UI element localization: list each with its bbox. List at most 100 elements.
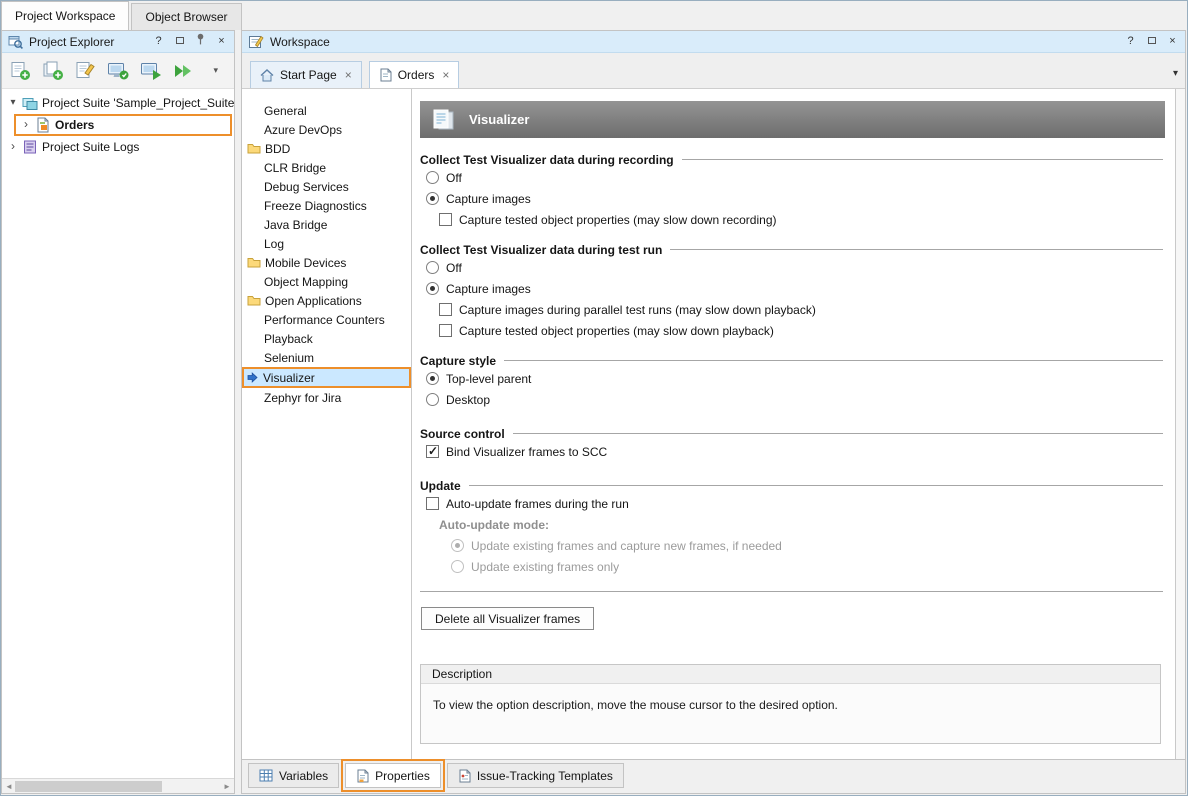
checkbox-icon[interactable] bbox=[439, 324, 452, 337]
radio-top-level-parent[interactable]: Top-level parent bbox=[426, 368, 1165, 389]
project-explorer-panel: Project Explorer ? × bbox=[1, 30, 235, 794]
nav-item-label: Zephyr for Jira bbox=[264, 391, 341, 405]
tree-item-orders[interactable]: Orders bbox=[14, 114, 232, 136]
close-button[interactable]: × bbox=[214, 34, 229, 49]
checkbox-checked-icon[interactable] bbox=[426, 445, 439, 458]
checkbox-icon[interactable] bbox=[426, 497, 439, 510]
nav-item-label: Selenium bbox=[264, 351, 314, 365]
doc-tab-start-page[interactable]: Start Page × bbox=[250, 61, 362, 88]
options-nav-item-clr-bridge[interactable]: CLR Bridge bbox=[242, 158, 411, 177]
record-test-button[interactable] bbox=[107, 58, 130, 84]
radio-testrun-off[interactable]: Off bbox=[426, 257, 1165, 278]
section-title-recording: Collect Test Visualizer data during reco… bbox=[420, 152, 1165, 167]
checkbox-testrun-capture-properties[interactable]: Capture tested object properties (may sl… bbox=[439, 320, 1165, 341]
radio-recording-off[interactable]: Off bbox=[426, 167, 1165, 188]
radio-icon[interactable] bbox=[426, 171, 439, 184]
close-tab-icon[interactable]: × bbox=[442, 68, 449, 82]
options-nav-item-general[interactable]: General bbox=[242, 101, 411, 120]
close-tab-icon[interactable]: × bbox=[345, 68, 352, 82]
options-nav-item-mobile-devices[interactable]: Mobile Devices bbox=[242, 253, 411, 272]
orders-project-icon bbox=[35, 117, 51, 133]
toolbar-dropdown-button[interactable] bbox=[204, 58, 227, 84]
radio-label: Top-level parent bbox=[446, 372, 531, 386]
radio-icon[interactable] bbox=[426, 393, 439, 406]
delete-visualizer-frames-button[interactable]: Delete all Visualizer frames bbox=[421, 607, 594, 630]
options-nav-item-zephyr-for-jira[interactable]: Zephyr for Jira bbox=[242, 388, 411, 407]
tab-properties[interactable]: Properties bbox=[345, 763, 441, 788]
options-nav-item-debug-services[interactable]: Debug Services bbox=[242, 177, 411, 196]
radio-recording-capture-images[interactable]: Capture images bbox=[426, 188, 1165, 209]
radio-icon[interactable] bbox=[426, 261, 439, 274]
options-nav-item-azure-devops[interactable]: Azure DevOps bbox=[242, 120, 411, 139]
run-test-button[interactable] bbox=[139, 58, 162, 84]
options-nav-item-performance-counters[interactable]: Performance Counters bbox=[242, 310, 411, 329]
radio-label: Capture images bbox=[446, 282, 531, 296]
tree-item-project-suite-logs[interactable]: Project Suite Logs bbox=[2, 137, 234, 157]
nav-item-label: Java Bridge bbox=[264, 218, 327, 232]
vertical-scrollbar[interactable] bbox=[1175, 89, 1185, 759]
home-icon bbox=[260, 69, 274, 82]
record-test-icon bbox=[107, 61, 129, 81]
separator-line bbox=[420, 591, 1163, 592]
tab-list-dropdown-icon[interactable] bbox=[1173, 65, 1178, 79]
options-nav-item-log[interactable]: Log bbox=[242, 234, 411, 253]
radio-label: Update existing frames only bbox=[471, 560, 619, 574]
radio-selected-icon[interactable] bbox=[426, 372, 439, 385]
options-nav-item-visualizer[interactable]: Visualizer bbox=[242, 367, 411, 388]
radio-selected-icon[interactable] bbox=[426, 282, 439, 295]
tab-issue-tracking-templates[interactable]: Issue-Tracking Templates bbox=[447, 763, 624, 788]
run-project-suite-button[interactable] bbox=[172, 58, 195, 84]
radio-desktop[interactable]: Desktop bbox=[426, 389, 1165, 410]
close-button[interactable]: × bbox=[1165, 34, 1180, 49]
checkbox-testrun-parallel-captures[interactable]: Capture images during parallel test runs… bbox=[439, 299, 1165, 320]
tab-project-workspace[interactable]: Project Workspace bbox=[1, 1, 129, 30]
options-nav-item-open-applications[interactable]: Open Applications bbox=[242, 291, 411, 310]
options-nav-item-playback[interactable]: Playback bbox=[242, 329, 411, 348]
pin-button[interactable] bbox=[193, 33, 208, 50]
tree-row-orders: Orders bbox=[2, 113, 234, 137]
horizontal-scrollbar[interactable] bbox=[2, 778, 234, 793]
tab-project-workspace-label: Project Workspace bbox=[15, 9, 115, 23]
tab-object-browser[interactable]: Object Browser bbox=[131, 3, 241, 30]
properties-icon bbox=[356, 769, 369, 783]
checkbox-recording-capture-properties[interactable]: Capture tested object properties (may sl… bbox=[439, 209, 1165, 230]
options-nav-item-freeze-diagnostics[interactable]: Freeze Diagnostics bbox=[242, 196, 411, 215]
options-nav-item-selenium[interactable]: Selenium bbox=[242, 348, 411, 367]
section-title-update: Update bbox=[420, 478, 1165, 493]
selected-item-arrow-icon bbox=[247, 372, 258, 383]
section-title-text: Update bbox=[420, 479, 461, 493]
checkbox-icon[interactable] bbox=[439, 213, 452, 226]
scrollbar-thumb[interactable] bbox=[15, 781, 162, 792]
help-button[interactable]: ? bbox=[151, 34, 166, 49]
tab-variables[interactable]: Variables bbox=[248, 763, 339, 788]
float-button[interactable] bbox=[172, 34, 187, 49]
section-title-text: Collect Test Visualizer data during test… bbox=[420, 243, 662, 257]
edit-item-button[interactable] bbox=[74, 58, 97, 84]
project-suite-label: Project Suite 'Sample_Project_Suite' (1 … bbox=[42, 96, 234, 110]
doc-tab-start-page-label: Start Page bbox=[280, 68, 337, 82]
scroll-left-icon[interactable] bbox=[4, 782, 14, 791]
options-nav-item-object-mapping[interactable]: Object Mapping bbox=[242, 272, 411, 291]
tree-item-project-suite[interactable]: Project Suite 'Sample_Project_Suite' (1 … bbox=[2, 93, 234, 113]
radio-label: Off bbox=[446, 171, 462, 185]
expanded-chevron-icon[interactable] bbox=[8, 98, 18, 108]
checkbox-auto-update-frames[interactable]: Auto-update frames during the run bbox=[426, 493, 1165, 514]
add-new-item-button[interactable] bbox=[9, 58, 32, 84]
collapsed-chevron-icon[interactable] bbox=[21, 119, 31, 131]
float-icon bbox=[176, 37, 184, 44]
help-button[interactable]: ? bbox=[1123, 34, 1138, 49]
checkbox-bind-scc[interactable]: Bind Visualizer frames to SCC bbox=[426, 441, 1165, 462]
add-new-project-button[interactable] bbox=[42, 58, 65, 84]
options-nav-item-java-bridge[interactable]: Java Bridge bbox=[242, 215, 411, 234]
testcomplete-window: Project Workspace Object Browser Project… bbox=[0, 0, 1188, 796]
project-suite-icon bbox=[22, 95, 38, 111]
document-icon bbox=[379, 68, 392, 82]
options-nav-item-bdd[interactable]: BDD bbox=[242, 139, 411, 158]
doc-tab-orders[interactable]: Orders × bbox=[369, 61, 460, 88]
radio-testrun-capture-images[interactable]: Capture images bbox=[426, 278, 1165, 299]
checkbox-icon[interactable] bbox=[439, 303, 452, 316]
float-button[interactable] bbox=[1144, 34, 1159, 49]
collapsed-chevron-icon[interactable] bbox=[8, 141, 18, 153]
scroll-right-icon[interactable] bbox=[222, 782, 232, 791]
radio-selected-icon[interactable] bbox=[426, 192, 439, 205]
